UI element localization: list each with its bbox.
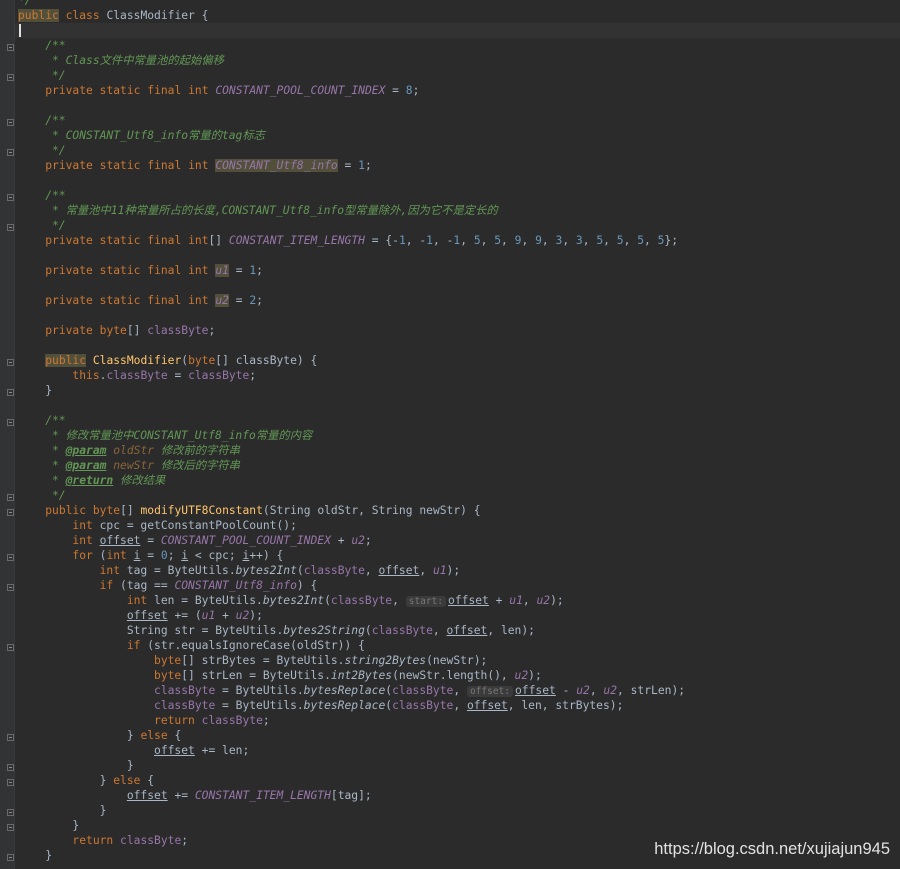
code-line[interactable]: /**: [18, 413, 65, 428]
code-line[interactable]: */: [18, 68, 66, 83]
fold-toggle-icon[interactable]: [7, 494, 14, 501]
code-line[interactable]: return classByte;: [18, 713, 270, 728]
code-line[interactable]: private static final int u1 = 1;: [18, 263, 263, 278]
fold-toggle-icon[interactable]: [7, 854, 14, 861]
code-line[interactable]: if (str.equalsIgnoreCase(oldStr)) {: [18, 638, 365, 653]
fold-toggle-icon[interactable]: [7, 644, 14, 651]
code-line[interactable]: public ClassModifier(byte[] classByte) {: [18, 353, 317, 368]
code-line[interactable]: */: [18, 0, 32, 8]
code-line[interactable]: private static final int u2 = 2;: [18, 293, 263, 308]
code-line[interactable]: if (tag == CONSTANT_Utf8_info) {: [18, 578, 318, 593]
fold-toggle-icon[interactable]: [7, 554, 14, 561]
current-line-highlight: [15, 23, 900, 38]
code-line[interactable]: public class ClassModifier {: [18, 8, 208, 23]
code-line[interactable]: /**: [18, 113, 65, 128]
code-line[interactable]: * @return 修改结果: [18, 473, 165, 488]
fold-toggle-icon[interactable]: [7, 44, 14, 51]
code-line[interactable]: private static final int CONSTANT_POOL_C…: [18, 83, 419, 98]
fold-toggle-icon[interactable]: [7, 809, 14, 816]
fold-toggle-icon[interactable]: [7, 419, 14, 426]
fold-toggle-icon[interactable]: [7, 584, 14, 591]
code-line[interactable]: }: [18, 383, 52, 398]
code-line[interactable]: for (int i = 0; i < cpc; i++) {: [18, 548, 283, 563]
code-line[interactable]: * CONSTANT_Utf8_info常量的tag标志: [18, 128, 265, 143]
code-line[interactable]: } else {: [18, 728, 181, 743]
fold-toggle-icon[interactable]: [7, 389, 14, 396]
code-line[interactable]: * @param newStr 修改后的字符串: [18, 458, 240, 473]
fold-toggle-icon[interactable]: [7, 194, 14, 201]
code-line[interactable]: * Class文件中常量池的起始偏移: [18, 53, 224, 68]
code-line[interactable]: public byte[] modifyUTF8Constant(String …: [18, 503, 480, 518]
code-line[interactable]: } else {: [18, 773, 154, 788]
fold-toggle-icon[interactable]: [7, 824, 14, 831]
fold-toggle-icon[interactable]: [7, 764, 14, 771]
code-line[interactable]: return classByte;: [18, 833, 188, 848]
code-line[interactable]: * 修改常量池中CONSTANT_Utf8_info常量的内容: [18, 428, 312, 443]
fold-toggle-icon[interactable]: [7, 734, 14, 741]
fold-toggle-icon[interactable]: [7, 149, 14, 156]
editor-gutter: [0, 0, 15, 869]
code-editor[interactable]: */public class ClassModifier { /** * Cla…: [0, 0, 900, 869]
code-line[interactable]: this.classByte = classByte;: [18, 368, 256, 383]
code-line[interactable]: classByte = ByteUtils.bytesReplace(class…: [18, 683, 685, 698]
fold-toggle-icon[interactable]: [7, 224, 14, 231]
fold-toggle-icon[interactable]: [7, 509, 14, 516]
code-line[interactable]: }: [18, 758, 134, 773]
code-line[interactable]: classByte = ByteUtils.bytesReplace(class…: [18, 698, 623, 713]
watermark: https://blog.csdn.net/xujiajun945: [654, 840, 890, 858]
fold-toggle-icon[interactable]: [7, 359, 14, 366]
code-line[interactable]: int offset = CONSTANT_POOL_COUNT_INDEX +…: [18, 533, 371, 548]
code-line[interactable]: */: [18, 218, 66, 233]
code-line[interactable]: }: [18, 818, 79, 833]
text-caret: [19, 24, 21, 37]
code-line[interactable]: }: [18, 848, 52, 863]
code-line[interactable]: int len = ByteUtils.bytes2Int(classByte,…: [18, 593, 564, 608]
fold-toggle-icon[interactable]: [7, 119, 14, 126]
code-line[interactable]: byte[] strLen = ByteUtils.int2Bytes(newS…: [18, 668, 542, 683]
fold-toggle-icon[interactable]: [7, 779, 14, 786]
code-line[interactable]: offset += CONSTANT_ITEM_LENGTH[tag];: [18, 788, 372, 803]
code-line[interactable]: String str = ByteUtils.bytes2String(clas…: [18, 623, 535, 638]
code-line[interactable]: offset += len;: [18, 743, 249, 758]
code-line[interactable]: * 常量池中11种常量所占的长度,CONSTANT_Utf8_info型常量除外…: [18, 203, 498, 218]
code-line[interactable]: private byte[] classByte;: [18, 323, 215, 338]
code-line[interactable]: * @param oldStr 修改前的字符串: [18, 443, 240, 458]
code-line[interactable]: */: [18, 488, 66, 503]
code-line[interactable]: */: [18, 143, 66, 158]
code-line[interactable]: }: [18, 803, 107, 818]
code-line[interactable]: private static final int[] CONSTANT_ITEM…: [18, 233, 678, 248]
fold-toggle-icon[interactable]: [7, 74, 14, 81]
code-line[interactable]: /**: [18, 188, 65, 203]
code-line[interactable]: private static final int CONSTANT_Utf8_i…: [18, 158, 372, 173]
code-line[interactable]: /**: [18, 38, 65, 53]
code-line[interactable]: offset += (u1 + u2);: [18, 608, 263, 623]
code-line[interactable]: byte[] strBytes = ByteUtils.string2Bytes…: [18, 653, 487, 668]
code-line[interactable]: int cpc = getConstantPoolCount();: [18, 518, 296, 533]
code-line[interactable]: int tag = ByteUtils.bytes2Int(classByte,…: [18, 563, 461, 578]
